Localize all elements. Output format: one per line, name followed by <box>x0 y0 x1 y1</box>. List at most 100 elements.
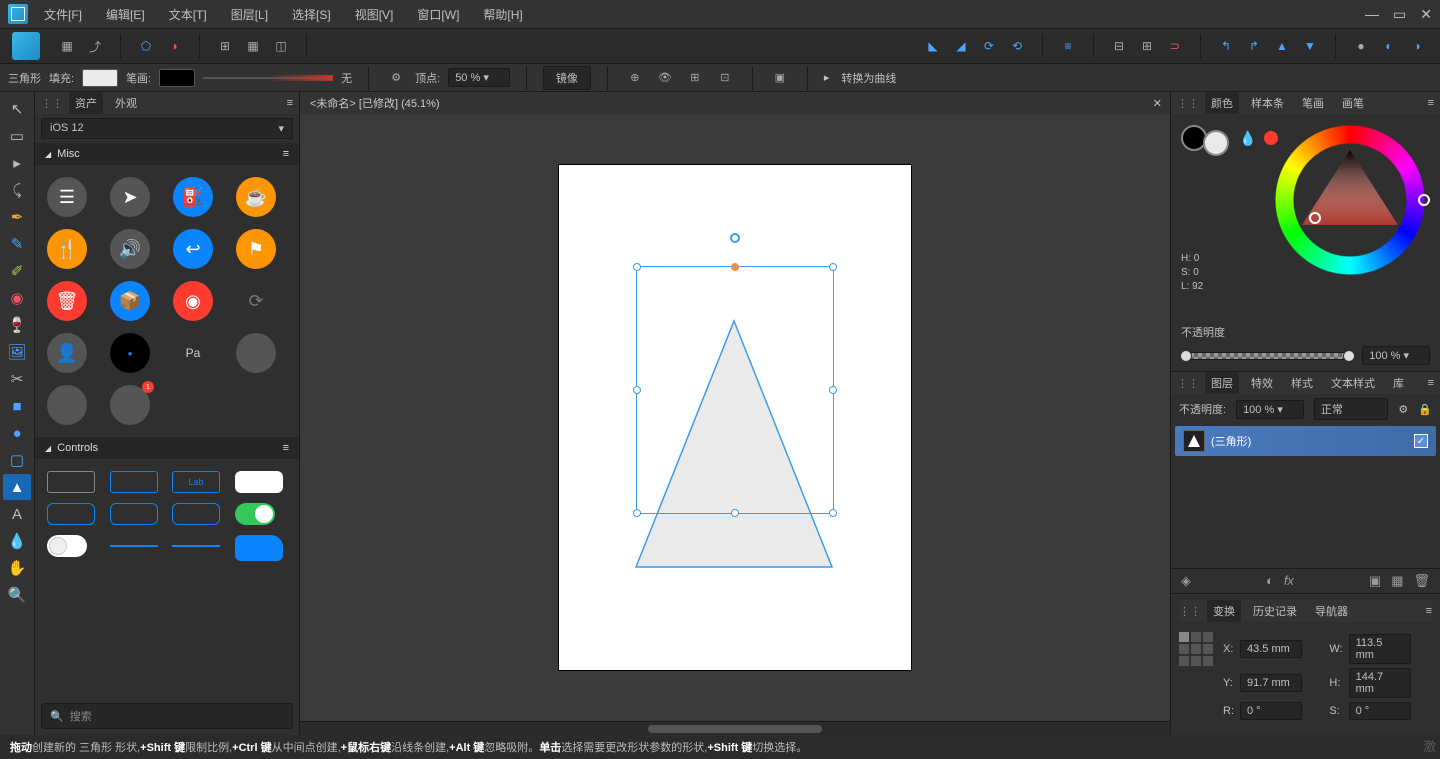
asset-device-se-icon[interactable] <box>236 333 276 373</box>
tab-assets[interactable]: 资产 <box>69 92 103 114</box>
minimize-button[interactable]: — <box>1365 6 1379 23</box>
tab-history[interactable]: 历史记录 <box>1247 600 1303 622</box>
transparency-tool[interactable]: 🍷 <box>3 312 31 338</box>
snap-pixel-icon[interactable]: ▦ <box>242 35 264 57</box>
insert-after-icon[interactable]: ↱ <box>1243 35 1265 57</box>
panel-menu-icon[interactable]: ≡ <box>287 97 293 109</box>
handle-tr[interactable] <box>829 263 837 271</box>
asset-reply-icon[interactable]: ↩ <box>173 229 213 269</box>
layer-fx-icon[interactable]: fx <box>1284 573 1294 589</box>
tab-layers[interactable]: 图层 <box>1205 372 1239 394</box>
fill-swatch[interactable] <box>82 69 118 87</box>
asset-toggle-on[interactable] <box>235 503 275 525</box>
panel-menu-icon[interactable]: ≡ <box>1426 605 1432 617</box>
asset-card[interactable] <box>235 471 283 493</box>
flip-v-icon[interactable]: ◢ <box>950 35 972 57</box>
document-close-icon[interactable]: ✕ <box>1153 97 1162 110</box>
asset-food-icon[interactable]: 🍴 <box>47 229 87 269</box>
x-input[interactable]: 43.5 mm <box>1240 640 1302 658</box>
tab-brush[interactable]: 画笔 <box>1336 92 1370 114</box>
asset-applepay-icon[interactable]: Pa <box>173 333 213 373</box>
circle1-icon[interactable]: ● <box>1350 35 1372 57</box>
layer-opacity-select[interactable]: 100 % ▾ <box>1236 400 1304 419</box>
pen-tool[interactable]: ✒ <box>3 204 31 230</box>
grid-icon[interactable]: ▦ <box>56 35 78 57</box>
shape-add-icon[interactable]: ⬠ <box>135 35 157 57</box>
corner-tool[interactable]: ⤹ <box>3 177 31 203</box>
close-button[interactable]: ✕ <box>1420 6 1432 23</box>
h-input[interactable]: 144.7 mm <box>1349 668 1411 698</box>
snap-grid-icon[interactable]: ⊞ <box>214 35 236 57</box>
asset-divider-1[interactable] <box>110 545 158 547</box>
asset-divider-2[interactable] <box>172 545 220 547</box>
y-input[interactable]: 91.7 mm <box>1240 674 1302 692</box>
target-icon[interactable]: ⊕ <box>624 67 646 89</box>
vertices-select[interactable]: 50 % ▾ <box>448 68 510 87</box>
tab-styles[interactable]: 样式 <box>1285 372 1319 394</box>
panel-handle[interactable]: ⋮⋮ <box>1177 97 1199 110</box>
document-tab[interactable]: <未命名> [已修改] (45.1%) <box>300 92 450 114</box>
anchor-point-grid[interactable] <box>1179 632 1213 666</box>
layer-delete-icon[interactable]: 🗑 <box>1413 573 1430 589</box>
panel-handle[interactable]: ⋮⋮ <box>41 97 63 110</box>
tab-textstyles[interactable]: 文本样式 <box>1325 372 1381 394</box>
gear-icon[interactable]: ⚙ <box>385 67 407 89</box>
section-controls-header[interactable]: ◢Controls ≡ <box>35 437 299 459</box>
opacity-value-select[interactable]: 100 % ▾ <box>1362 346 1430 365</box>
section-misc-header[interactable]: ◢Misc ≡ <box>35 143 299 165</box>
asset-rounded-outline[interactable] <box>47 503 95 525</box>
tab-color[interactable]: 颜色 <box>1205 92 1239 114</box>
convert-curve-button[interactable]: 转换为曲线 <box>841 70 896 86</box>
canvas[interactable] <box>300 114 1170 721</box>
r-input[interactable]: 0 ° <box>1240 702 1302 720</box>
flip-h-icon[interactable]: ◣ <box>922 35 944 57</box>
blend-mode-select[interactable]: 正常 <box>1314 398 1389 420</box>
artboard-tool[interactable]: ▭ <box>3 123 31 149</box>
asset-fingerprint-icon[interactable]: ◉ <box>173 281 213 321</box>
move-up-icon[interactable]: ▲ <box>1271 35 1293 57</box>
circle2-icon[interactable]: ◐ <box>1378 35 1400 57</box>
menu-text[interactable]: 文本[T] <box>169 6 207 23</box>
ellipse-tool[interactable]: ● <box>3 420 31 446</box>
asset-sound-icon[interactable]: 🔊 <box>110 229 150 269</box>
menu-layer[interactable]: 图层[L] <box>231 6 268 23</box>
tab-navigator[interactable]: 导航器 <box>1309 600 1354 622</box>
layer-group-icon[interactable]: ▦ <box>1391 573 1403 589</box>
place-image-tool[interactable]: 🖼 <box>3 339 31 365</box>
rotate-cw-icon[interactable]: ⟳ <box>978 35 1000 57</box>
rectangle-tool[interactable]: ■ <box>3 393 31 419</box>
align-left-icon[interactable]: ≡ <box>1057 35 1079 57</box>
layer-row-triangle[interactable]: (三角形) ✓ <box>1175 426 1436 456</box>
handle-bc[interactable] <box>731 509 739 517</box>
circle3-icon[interactable]: ◑ <box>1406 35 1428 57</box>
asset-rounded-outline2[interactable] <box>110 503 158 525</box>
asset-cup-icon[interactable]: ☕ <box>236 177 276 217</box>
horizontal-scrollbar[interactable] <box>300 721 1170 735</box>
brush-tool[interactable]: ✐ <box>3 258 31 284</box>
asset-rounded-outline3[interactable] <box>172 503 220 525</box>
menu-file[interactable]: 文件[F] <box>44 6 82 23</box>
center-icon[interactable]: ▣ <box>769 67 791 89</box>
asset-input-outline[interactable] <box>47 471 95 493</box>
tab-library[interactable]: 库 <box>1387 372 1410 394</box>
maximize-button[interactable]: ▭ <box>1393 6 1406 23</box>
triangle-tool[interactable]: ▲ <box>3 474 31 500</box>
move-down-icon[interactable]: ▼ <box>1299 35 1321 57</box>
share-icon[interactable]: ⤴ <box>84 35 106 57</box>
crop-tool[interactable]: ✂ <box>3 366 31 392</box>
asset-toggle-off[interactable] <box>47 535 87 557</box>
node-tool[interactable]: ▸ <box>3 150 31 176</box>
color-wheel[interactable] <box>1270 120 1430 280</box>
stroke-swatch[interactable] <box>159 69 195 87</box>
asset-search[interactable]: 🔍 搜索 <box>41 703 293 729</box>
panel-menu-icon[interactable]: ≡ <box>1428 97 1434 109</box>
menu-edit[interactable]: 编辑[E] <box>106 6 145 23</box>
menu-help[interactable]: 帮助[H] <box>483 6 522 23</box>
move-tool[interactable]: ↖ <box>3 96 31 122</box>
handle-ml[interactable] <box>633 386 641 394</box>
handle-br[interactable] <box>829 509 837 517</box>
layer-lock-icon[interactable]: 🔒 <box>1418 403 1432 416</box>
handle-tl[interactable] <box>633 263 641 271</box>
eyedropper-icon[interactable]: 💧 <box>1239 130 1256 147</box>
fill-tool[interactable]: ◉ <box>3 285 31 311</box>
